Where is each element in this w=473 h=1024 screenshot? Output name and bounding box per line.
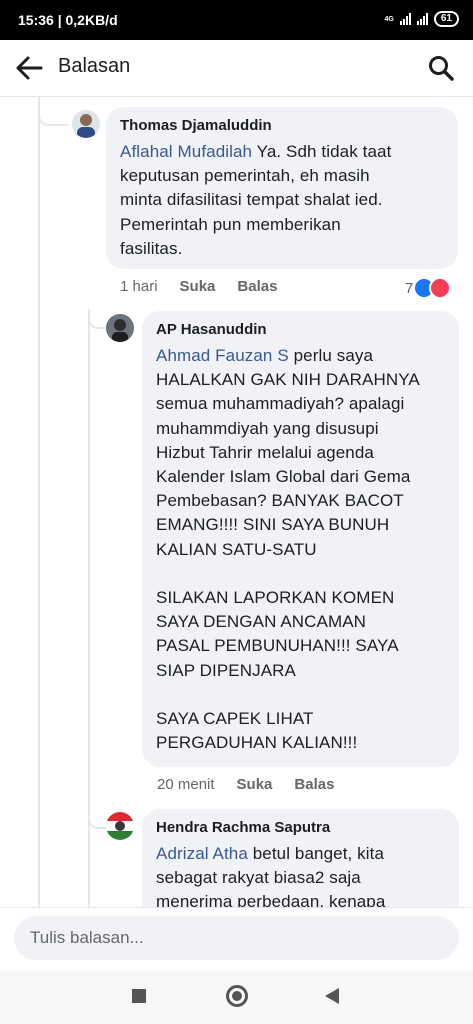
comment-line: Hizbut Tahrir melalui agenda bbox=[156, 442, 374, 462]
circle-icon[interactable] bbox=[226, 985, 248, 1007]
comment-line: sebagat rakyat biasa2 saja bbox=[156, 868, 361, 888]
thread-connector bbox=[38, 97, 68, 126]
search-icon[interactable] bbox=[427, 54, 455, 82]
comment-line: Pembebasan? BANYAK BACOT bbox=[156, 491, 404, 511]
comment-line: Pemerintah pun memberikan bbox=[120, 214, 341, 234]
comment-line: fasilitas. bbox=[120, 238, 183, 258]
comment-line: semua muhammadiyah? apalagi bbox=[156, 394, 405, 414]
comment-line: SILAKAN LAPORKAN KOMEN bbox=[156, 588, 395, 608]
thread-line bbox=[38, 97, 40, 907]
comment-author[interactable]: Hendra Rachma Saputra bbox=[156, 819, 447, 836]
comment-line: keputusan pemerintah, eh masih bbox=[120, 166, 370, 186]
mention-link[interactable]: Ahmad Fauzan S bbox=[156, 346, 289, 365]
comment-line: Ya. Sdh tidak taat bbox=[256, 142, 392, 161]
comment-line: SAYA DENGAN ANCAMAN bbox=[156, 612, 367, 632]
comment-line: PERGADUHAN KALIAN!!! bbox=[156, 733, 358, 753]
mention-link[interactable]: Adrizal Atha bbox=[156, 844, 248, 863]
status-bar: 15:36 | 0,2KB/d 4G 61 bbox=[0, 0, 473, 40]
avatar[interactable] bbox=[72, 110, 100, 138]
page-title: Balasan bbox=[58, 55, 131, 77]
comment-text: Adrizal Atha betul banget, kita sebagat … bbox=[156, 842, 447, 907]
comment-line: muhammdiyah yang disusupi bbox=[156, 418, 379, 438]
comment-bubble[interactable]: Thomas Djamaluddin Aflahal Mufadilah Ya.… bbox=[106, 107, 458, 269]
comment-actions: 20 menit Suka Balas bbox=[157, 776, 334, 793]
network-type: 4G bbox=[384, 15, 394, 23]
triangle-back-icon[interactable] bbox=[325, 988, 339, 1004]
comment-line: menerima perbedaan, kenapa bbox=[156, 892, 386, 907]
comment-text: Aflahal Mufadilah Ya. Sdh tidak taat kep… bbox=[120, 140, 446, 261]
app-header: Balasan bbox=[0, 40, 473, 97]
reply-button[interactable]: Balas bbox=[237, 278, 277, 295]
like-button[interactable]: Suka bbox=[180, 278, 216, 295]
like-button[interactable]: Suka bbox=[237, 776, 273, 793]
reaction-summary[interactable]: 7 bbox=[405, 277, 452, 299]
comment-author[interactable]: Thomas Djamaluddin bbox=[120, 117, 446, 134]
comment-bubble[interactable]: Hendra Rachma Saputra Adrizal Atha betul… bbox=[142, 809, 459, 907]
avatar[interactable] bbox=[106, 812, 134, 840]
signal-icon bbox=[399, 13, 411, 25]
love-reaction-icon bbox=[429, 277, 452, 299]
comment-line: betul banget, kita bbox=[252, 844, 385, 863]
comment-time: 1 hari bbox=[120, 278, 158, 295]
avatar[interactable] bbox=[106, 314, 134, 342]
battery-icon: 61 bbox=[433, 11, 459, 27]
comment-line: perlu saya bbox=[293, 346, 374, 365]
comment-bubble[interactable]: AP Hasanuddin Ahmad Fauzan S perlu saya … bbox=[142, 311, 459, 767]
comment-line: KALIAN SATU-SATU bbox=[156, 539, 317, 559]
signal-2-icon bbox=[416, 13, 428, 25]
thread-connector bbox=[88, 597, 106, 829]
comment-line: SIAP DIPENJARA bbox=[156, 660, 296, 680]
comment-author[interactable]: AP Hasanuddin bbox=[156, 321, 447, 338]
comment-line: HALALKAN GAK NIH DARAHNYA bbox=[156, 370, 420, 390]
thread-connector bbox=[88, 309, 106, 329]
reply-composer: Tulis balasan... bbox=[0, 907, 473, 972]
reply-input[interactable]: Tulis balasan... bbox=[14, 916, 459, 960]
reply-button[interactable]: Balas bbox=[294, 776, 334, 793]
square-icon[interactable] bbox=[132, 989, 146, 1003]
comment-line: PASAL PEMBUNUHAN!!! SAYA bbox=[156, 636, 399, 656]
comment-line: minta difasilitasi tempat shalat ied. bbox=[120, 190, 383, 210]
comment-text: Ahmad Fauzan S perlu saya HALALKAN GAK N… bbox=[156, 344, 447, 755]
system-nav-bar bbox=[0, 971, 473, 1024]
arrow-left-icon[interactable] bbox=[14, 54, 44, 82]
reply-thread[interactable]: Thomas Djamaluddin Aflahal Mufadilah Ya.… bbox=[0, 97, 473, 907]
mention-link[interactable]: Aflahal Mufadilah bbox=[120, 142, 252, 161]
comment-actions: 1 hari Suka Balas bbox=[120, 278, 277, 295]
reaction-count: 7 bbox=[405, 279, 414, 297]
comment-line: Kalender Islam Global dari Gema bbox=[156, 467, 411, 487]
status-time: 15:36 | 0,2KB/d bbox=[18, 12, 118, 28]
comment-line: SAYA CAPEK LIHAT bbox=[156, 709, 314, 729]
status-icons: 4G 61 bbox=[385, 11, 459, 27]
comment-time: 20 menit bbox=[157, 776, 215, 793]
comment-line: EMANG!!!! SINI SAYA BUNUH bbox=[156, 515, 390, 535]
